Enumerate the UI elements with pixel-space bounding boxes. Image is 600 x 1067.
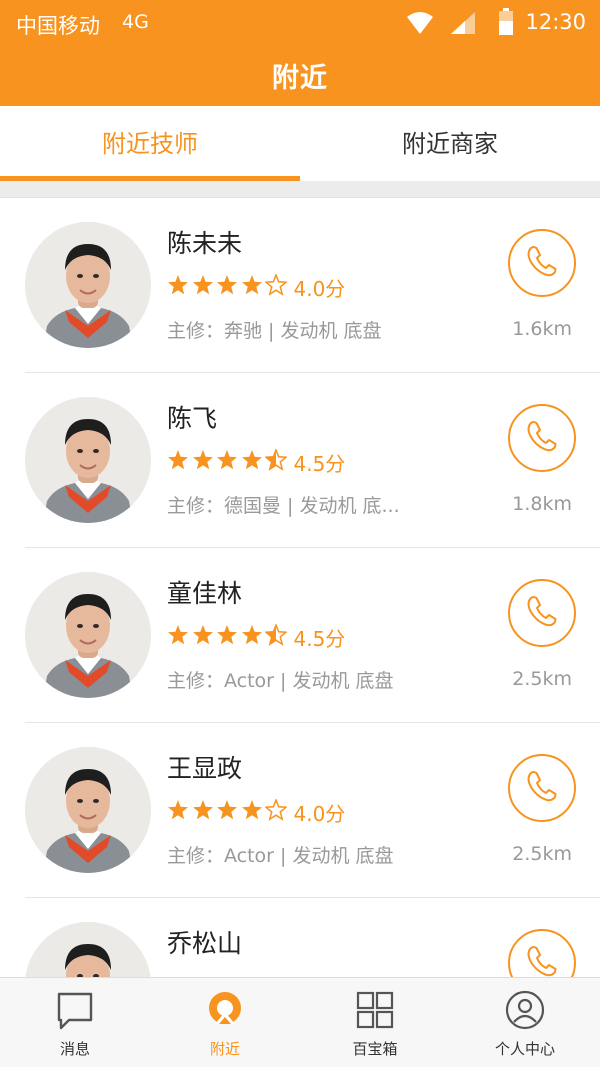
star-empty-icon: [264, 797, 290, 825]
nav-nearby[interactable]: 附近: [150, 978, 300, 1067]
technician-name: 陈飞: [167, 404, 218, 433]
star-filled-icon: [192, 449, 217, 475]
phone-icon: [525, 419, 559, 457]
nav-label: 百宝箱: [352, 1040, 398, 1058]
signal-icon: [451, 12, 475, 38]
star-filled-icon: [167, 624, 192, 650]
call-button[interactable]: [508, 229, 576, 297]
tab-bar: 附近技师 附近商家: [0, 106, 600, 181]
call-button[interactable]: [508, 579, 576, 647]
star-filled-icon: [192, 799, 217, 825]
grid-icon: [355, 990, 395, 1034]
star-filled-icon: [216, 624, 241, 650]
star-filled-icon: [192, 274, 217, 300]
bottom-nav: 消息 附近 百宝箱 个人中心: [0, 977, 600, 1067]
phone-icon: [525, 944, 559, 978]
nav-label: 个人中心: [494, 1040, 555, 1058]
rating-score: 4.5分: [293, 626, 346, 651]
technician-avatar[interactable]: [25, 572, 151, 698]
technician-list[interactable]: 陈未未 4.0分 主修：奔驰 | 发动机 底盘 1.6km 陈飞 4.5分 主修…: [0, 198, 600, 978]
tab-nearby-technicians[interactable]: 附近技师: [0, 106, 300, 181]
technician-avatar[interactable]: [25, 222, 151, 348]
page-title: 附近: [272, 63, 328, 94]
section-divider: [0, 181, 600, 198]
technician-avatar[interactable]: [25, 397, 151, 523]
rating-score: 4.0分: [293, 276, 346, 301]
technician-list-item[interactable]: 王显政 4.0分 主修：Actor | 发动机 底盘 2.5km: [0, 723, 600, 898]
nav-profile[interactable]: 个人中心: [450, 978, 600, 1067]
technician-specialty: 主修：德国曼 | 发动机 底...: [167, 495, 400, 517]
message-icon: [55, 990, 95, 1034]
star-filled-icon: [216, 449, 241, 475]
tab-nearby-merchants[interactable]: 附近商家: [300, 106, 600, 181]
star-filled-icon: [167, 274, 192, 300]
technician-specialty: 主修：奔驰 | 发动机 底盘: [167, 320, 382, 342]
technician-list-item[interactable]: 陈未未 4.0分 主修：奔驰 | 发动机 底盘 1.6km: [0, 198, 600, 373]
technician-avatar[interactable]: [25, 922, 151, 978]
technician-name: 陈未未: [167, 229, 243, 258]
star-filled-icon: [192, 624, 217, 650]
rating-score: 4.0分: [293, 801, 346, 826]
star-filled-icon: [216, 274, 241, 300]
title-bar: 附近: [0, 48, 600, 106]
phone-icon: [525, 244, 559, 282]
star-filled-icon: [167, 799, 192, 825]
nav-messages[interactable]: 消息: [0, 978, 150, 1067]
clock: 12:30: [525, 10, 586, 34]
rating-score: 4.5分: [293, 451, 346, 476]
star-filled-icon: [167, 449, 192, 475]
distance-label: 2.5km: [512, 668, 572, 690]
user-icon: [505, 990, 545, 1034]
wifi-icon: [406, 10, 434, 40]
technician-specialty: 主修：Actor | 发动机 底盘: [167, 670, 394, 692]
star-empty-icon: [264, 272, 290, 300]
technician-name: 乔松山: [167, 929, 243, 958]
star-half-icon: [264, 447, 290, 475]
nav-toolbox[interactable]: 百宝箱: [300, 978, 450, 1067]
distance-label: 1.6km: [512, 318, 572, 340]
nav-label: 附近: [209, 1040, 240, 1058]
battery-icon: [498, 8, 514, 40]
phone-icon: [525, 594, 559, 632]
location-icon: [205, 990, 245, 1034]
technician-list-item[interactable]: 童佳林 4.5分 主修：Actor | 发动机 底盘 2.5km: [0, 548, 600, 723]
star-filled-icon: [216, 799, 241, 825]
star-filled-icon: [241, 274, 266, 300]
star-filled-icon: [241, 449, 266, 475]
status-bar: 中国移动 4G 12:30: [0, 0, 600, 48]
technician-name: 王显政: [167, 754, 243, 783]
phone-icon: [525, 769, 559, 807]
rating-stars: 4.5分: [167, 622, 346, 651]
distance-label: 2.5km: [512, 843, 572, 865]
rating-stars: 4.5分: [167, 447, 346, 476]
carrier-label: 中国移动: [16, 14, 100, 38]
distance-label: 1.8km: [512, 493, 572, 515]
nav-label: 消息: [59, 1040, 90, 1058]
star-half-icon: [264, 622, 290, 650]
rating-stars: 4.0分: [167, 797, 346, 826]
call-button[interactable]: [508, 754, 576, 822]
call-button[interactable]: [508, 404, 576, 472]
rating-stars: 4.0分: [167, 272, 346, 301]
technician-name: 童佳林: [167, 579, 243, 608]
technician-specialty: 主修：Actor | 发动机 底盘: [167, 845, 394, 867]
network-label: 4G: [122, 11, 149, 33]
technician-avatar[interactable]: [25, 747, 151, 873]
technician-list-item[interactable]: 陈飞 4.5分 主修：德国曼 | 发动机 底... 1.8km: [0, 373, 600, 548]
technician-list-item[interactable]: 乔松山: [0, 898, 600, 978]
star-filled-icon: [241, 799, 266, 825]
star-filled-icon: [241, 624, 266, 650]
call-button[interactable]: [508, 929, 576, 978]
